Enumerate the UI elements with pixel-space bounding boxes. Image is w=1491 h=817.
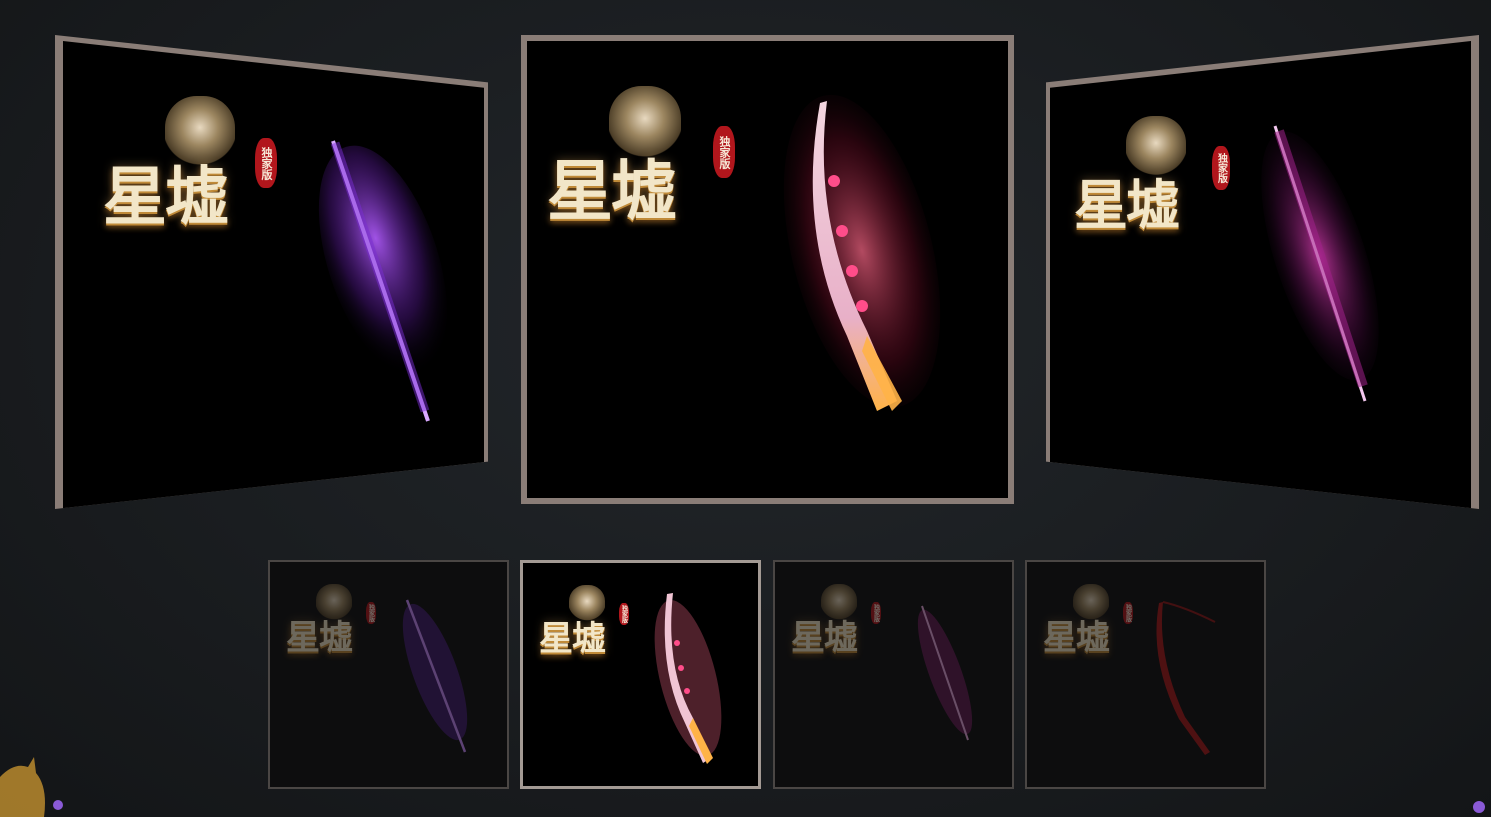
carousel-slide-active[interactable]: 星墟 独家版 [521,35,1014,504]
thumbnail-1[interactable]: 星墟 独家版 [268,560,509,789]
magenta-sword-icon [917,605,973,741]
character-corner-icon [0,757,63,817]
thumbnail-4[interactable]: 星墟 独家版 [1025,560,1266,789]
thumbnail-image: 星墟 独家版 [523,563,758,786]
game-logo: 星墟 独家版 [286,584,386,664]
logo-title: 星墟 [103,160,229,235]
logo-seal: 独家版 [713,126,735,178]
game-logo: 星墟 独家版 [539,585,639,665]
thumbnail-3[interactable]: 星墟 独家版 [773,560,1014,789]
logo-title: 星墟 [547,152,677,230]
game-logo: 星墟 独家版 [1074,116,1254,246]
game-logo: 星墟 独家版 [547,86,747,236]
thumbnail-2[interactable]: 星墟 独家版 [520,560,761,789]
thumbnail-image: 星墟 独家版 [270,562,507,787]
logo-title: 星墟 [1043,618,1110,658]
purple-spear-icon [318,140,448,422]
pink-flame-blade-icon [654,593,722,764]
game-logo: 星墟 独家版 [1043,584,1143,664]
thumbnail-image: 星墟 独家版 [775,562,1012,787]
purple-spear-icon [402,599,468,753]
thumbnail-image: 星墟 独家版 [1027,562,1264,787]
magenta-sword-icon [1261,125,1379,402]
logo-seal: 独家版 [366,602,376,624]
game-logo: 星墟 独家版 [791,584,891,664]
logo-title: 星墟 [1074,173,1180,237]
logo-title: 星墟 [539,619,606,659]
carousel-slide-next[interactable]: 星墟 独家版 [1046,35,1479,509]
gem-corner-icon [1473,801,1485,813]
red-scimitar-icon [1156,601,1216,755]
game-logo: 星墟 独家版 [103,96,303,246]
logo-seal: 独家版 [619,603,629,625]
slide-image: 星墟 独家版 [1050,41,1471,509]
logo-title: 星墟 [286,618,353,658]
logo-title: 星墟 [791,618,858,658]
slide-image: 星墟 独家版 [63,41,484,509]
carousel-slide-prev[interactable]: 星墟 独家版 [55,35,488,509]
logo-seal: 独家版 [1123,602,1133,624]
pink-flame-blade-icon [783,94,941,411]
logo-seal: 独家版 [871,602,881,624]
logo-seal: 独家版 [255,138,277,188]
logo-seal: 独家版 [1212,146,1230,190]
